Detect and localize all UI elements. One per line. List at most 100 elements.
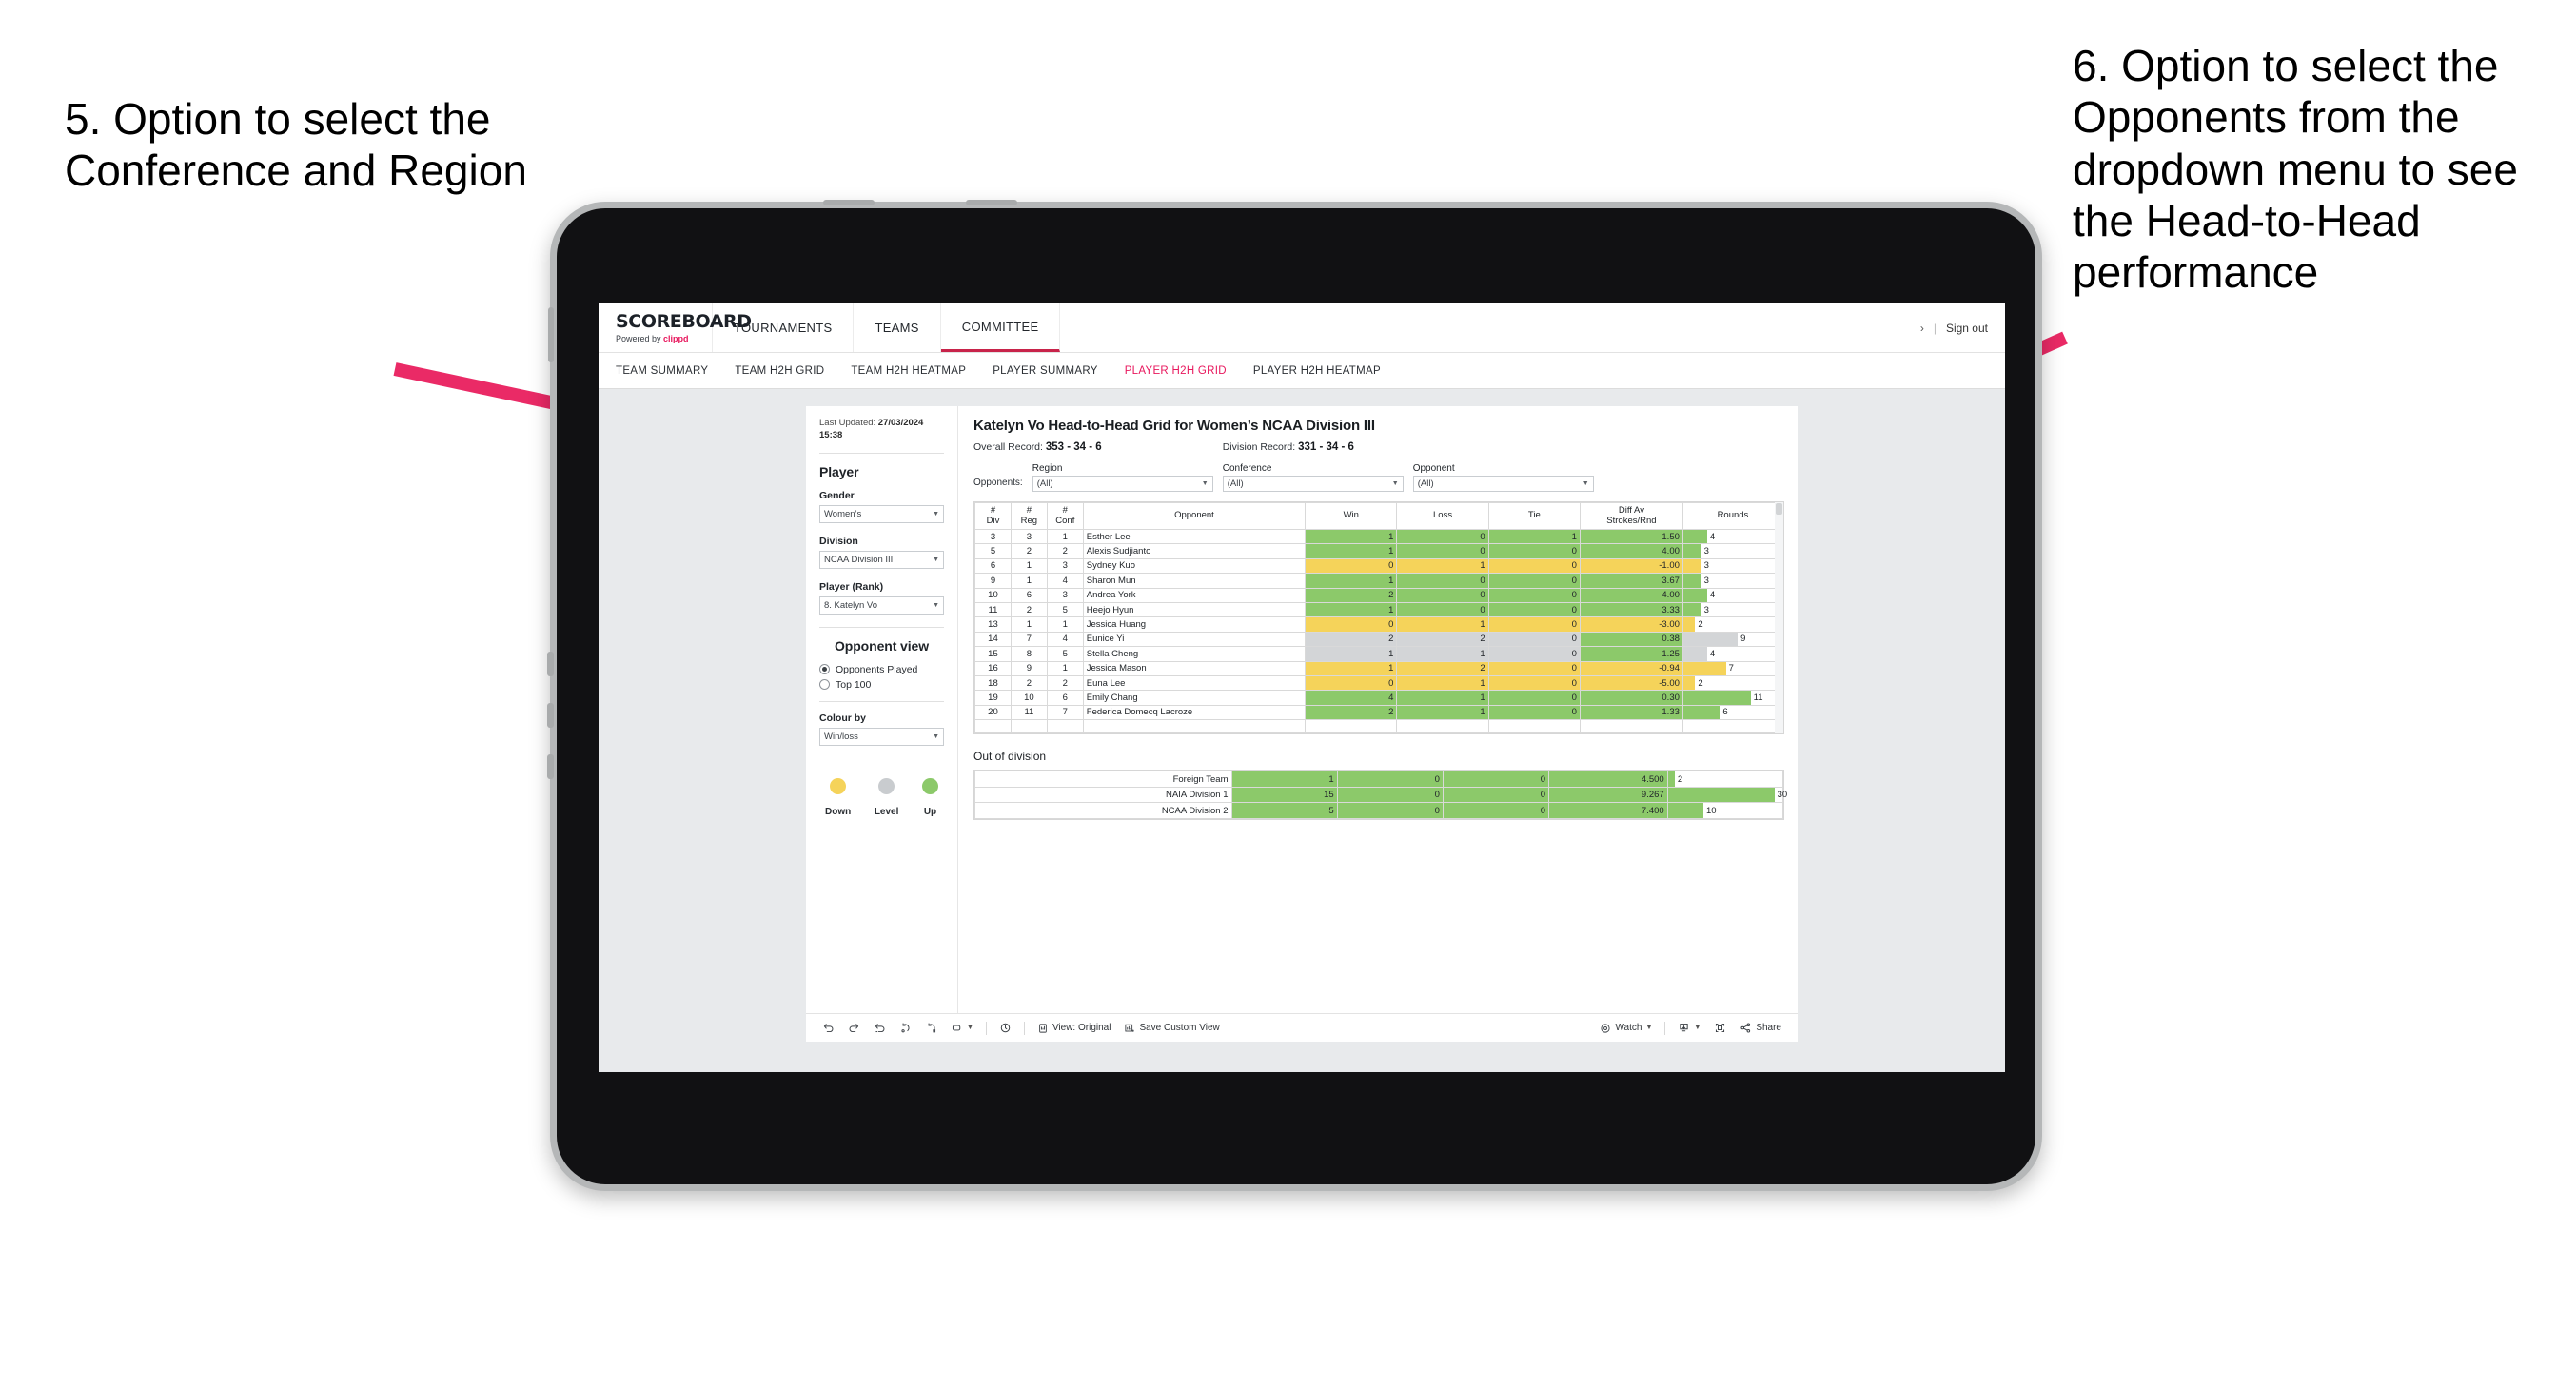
- cell-tie: 0: [1442, 802, 1550, 819]
- h2h-grid-table-wrapper: # Div # Reg # Conf Opponent Win Loss Tie Di…: [973, 501, 1784, 735]
- out-of-division-row[interactable]: NCAA Division 2 5 0 0 7.400 10: [974, 802, 1784, 819]
- cell-category: NAIA Division 1: [974, 786, 1232, 804]
- device-button-left-1: [548, 307, 554, 362]
- download-button[interactable]: ▼: [1671, 1022, 1707, 1034]
- col-header-diff[interactable]: Diff Av Strokes/Rnd: [1579, 502, 1683, 530]
- cell-win: 1: [1305, 573, 1398, 589]
- table-row[interactable]: 15 8 5 Stella Cheng 1 1 0 1.25 4: [974, 646, 1784, 662]
- device-button-left-2: [547, 652, 554, 676]
- col-header-div[interactable]: # Div: [974, 502, 1012, 530]
- rounds-value: 30: [1777, 790, 1788, 801]
- col-header-rounds[interactable]: Rounds: [1681, 502, 1784, 530]
- table-row[interactable]: 6 1 3 Sydney Kuo 0 1 0 -1.00 3: [974, 557, 1784, 575]
- cell-div: 10: [974, 587, 1012, 603]
- radio-top-100-label: Top 100: [836, 678, 872, 691]
- rounds-bar-fill: [1682, 588, 1707, 602]
- opponent-select[interactable]: (All) ▼: [1412, 476, 1594, 492]
- table-row[interactable]: 5 2 2 Alexis Sudjianto 1 0 0 4.00 3: [974, 543, 1784, 559]
- table-row[interactable]: 18 2 2 Euna Lee 0 1 0 -5.00 2: [974, 674, 1784, 692]
- sign-out-link[interactable]: Sign out: [1946, 322, 1988, 335]
- pause-refresh-button[interactable]: [918, 1022, 944, 1034]
- cell-tie: 0: [1487, 631, 1581, 648]
- radio-opponents-played-label: Opponents Played: [836, 663, 918, 675]
- last-updated-time: 15:38: [819, 429, 843, 440]
- table-row[interactable]: 11 2 5 Heejo Hyun 1 0 0 3.33 3: [974, 601, 1784, 618]
- table-filler-cell: [1010, 719, 1048, 734]
- subnav-item-player-h2h-heatmap[interactable]: PLAYER H2H HEATMAP: [1253, 365, 1394, 377]
- out-of-division-body: Foreign Team 1 0 0 4.500 2 NAIA Division 1 15 0 0…: [974, 771, 1787, 819]
- user-menu-icon[interactable]: ›: [1920, 322, 1924, 335]
- save-custom-view-button[interactable]: Save Custom View: [1117, 1023, 1226, 1034]
- topnav-item-tournaments[interactable]: TOURNAMENTS: [713, 303, 855, 352]
- table-row[interactable]: 16 9 1 Jessica Mason 1 2 0 -0.94 7: [974, 660, 1784, 676]
- chevron-down-icon: ▼: [933, 556, 939, 563]
- rounds-bar: 7: [1682, 661, 1782, 675]
- view-original-button[interactable]: View: Original: [1031, 1023, 1118, 1034]
- table-row[interactable]: 10 6 3 Andrea York 2 0 0 4.00 4: [974, 587, 1784, 603]
- cell-diff: 7.400: [1548, 802, 1668, 819]
- subnav-item-team-h2h-heatmap[interactable]: TEAM H2H HEATMAP: [851, 365, 979, 377]
- table-row[interactable]: 19 10 6 Emily Chang 4 1 0 0.30 11: [974, 690, 1784, 706]
- subnav-item-player-summary[interactable]: PLAYER SUMMARY: [993, 365, 1111, 377]
- fullscreen-button[interactable]: [1707, 1022, 1733, 1034]
- col-header-loss[interactable]: Loss: [1396, 502, 1489, 530]
- cell-rounds: 3: [1681, 543, 1784, 559]
- cell-tie: 0: [1487, 660, 1581, 676]
- undo-button[interactable]: [816, 1022, 841, 1034]
- cell-conf: 5: [1046, 601, 1084, 618]
- cell-win: 1: [1305, 528, 1398, 545]
- division-select[interactable]: NCAA Division III ▼: [819, 550, 944, 569]
- rounds-bar: 3: [1682, 574, 1782, 588]
- rounds-bar-fill: [1682, 602, 1701, 617]
- share-button[interactable]: Share: [1733, 1022, 1788, 1034]
- watch-button[interactable]: Watch ▼: [1593, 1023, 1659, 1034]
- col-header-win[interactable]: Win: [1305, 502, 1398, 530]
- col-header-reg[interactable]: # Reg: [1010, 502, 1048, 530]
- rounds-value: 6: [1722, 707, 1728, 718]
- refresh-button[interactable]: [893, 1022, 918, 1034]
- redo-button[interactable]: [841, 1022, 867, 1034]
- cell-conf: 4: [1046, 631, 1084, 648]
- topnav-item-committee[interactable]: COMMITTEE: [940, 303, 1061, 352]
- grid-scrollbar-thumb[interactable]: [1776, 503, 1782, 515]
- gender-select[interactable]: Women’s ▼: [819, 504, 944, 523]
- device-button-left-3: [547, 703, 554, 728]
- radio-top-100[interactable]: Top 100: [819, 679, 944, 691]
- table-row[interactable]: 9 1 4 Sharon Mun 1 0 0 3.67 3: [974, 573, 1784, 589]
- cell-div: 18: [974, 674, 1012, 692]
- radio-opponents-played[interactable]: Opponents Played: [819, 664, 944, 675]
- table-row[interactable]: 3 3 1 Esther Lee 1 0 1 1.50 4: [974, 528, 1784, 545]
- cell-div: 9: [974, 573, 1012, 589]
- cell-loss: 1: [1396, 704, 1489, 721]
- cell-reg: 1: [1010, 573, 1048, 589]
- colour-by-label: Colour by: [819, 712, 866, 724]
- out-of-division-row[interactable]: Foreign Team 1 0 0 4.500 2: [974, 771, 1784, 788]
- radio-icon-selected: [819, 664, 830, 675]
- revert-button[interactable]: [867, 1022, 893, 1034]
- subnav-item-player-h2h-grid[interactable]: PLAYER H2H GRID: [1125, 365, 1240, 377]
- pause-updates-button[interactable]: ▼: [944, 1022, 980, 1034]
- col-header-conf[interactable]: # Conf: [1046, 502, 1084, 530]
- conference-select[interactable]: (All) ▼: [1222, 476, 1404, 492]
- subnav-item-team-summary[interactable]: TEAM SUMMARY: [616, 365, 721, 377]
- region-select[interactable]: (All) ▼: [1032, 476, 1213, 492]
- subnav-item-team-h2h-grid[interactable]: TEAM H2H GRID: [735, 365, 837, 377]
- col-header-opponent[interactable]: Opponent: [1082, 502, 1307, 530]
- cell-div: 3: [974, 528, 1012, 545]
- brand-logo[interactable]: SCOREBOARD Powered by clippd: [599, 303, 752, 352]
- player-rank-select[interactable]: 8. Katelyn Vo ▼: [819, 595, 944, 615]
- topnav-item-teams[interactable]: TEAMS: [854, 303, 941, 352]
- region-filter-group: Region (All) ▼: [1032, 463, 1213, 492]
- highlight-button[interactable]: [993, 1022, 1018, 1034]
- table-row[interactable]: 13 1 1 Jessica Huang 0 1 0 -3.00 2: [974, 616, 1784, 633]
- colour-by-select[interactable]: Win/loss ▼: [819, 727, 944, 746]
- cell-diff: 4.500: [1548, 771, 1668, 788]
- save-custom-view-label: Save Custom View: [1139, 1023, 1220, 1033]
- rounds-bar-fill: [1667, 771, 1675, 787]
- grid-vertical-scrollbar[interactable]: [1775, 502, 1783, 734]
- h2h-grid-table: # Div # Reg # Conf Opponent Win Loss Tie Di…: [974, 502, 1784, 734]
- table-row[interactable]: 20 11 7 Federica Domecq Lacroze 2 1 0 1.33 6: [974, 704, 1784, 721]
- out-of-division-row[interactable]: NAIA Division 1 15 0 0 9.267 30: [974, 786, 1787, 804]
- col-header-tie[interactable]: Tie: [1487, 502, 1581, 530]
- table-row[interactable]: 14 7 4 Eunice Yi 2 2 0 0.38 9: [974, 631, 1784, 648]
